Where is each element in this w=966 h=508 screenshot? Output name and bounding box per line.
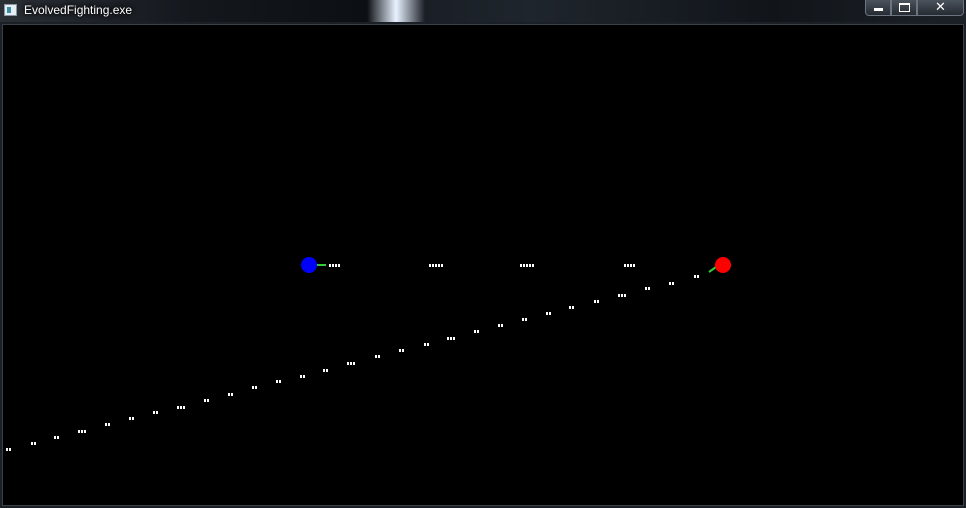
projectile bbox=[474, 330, 476, 333]
projectile bbox=[694, 275, 696, 278]
projectile bbox=[228, 393, 230, 396]
projectile bbox=[347, 362, 349, 365]
projectile bbox=[303, 375, 305, 378]
projectile bbox=[300, 375, 302, 378]
projectile bbox=[438, 264, 440, 267]
projectile bbox=[9, 448, 11, 451]
projectile bbox=[183, 406, 185, 409]
projectile bbox=[338, 264, 340, 267]
projectile bbox=[207, 399, 209, 402]
projectile bbox=[522, 318, 524, 321]
projectile bbox=[6, 448, 8, 451]
projectile bbox=[453, 337, 455, 340]
projectile bbox=[180, 406, 182, 409]
projectile-layer bbox=[6, 264, 699, 451]
projectile bbox=[427, 343, 429, 346]
window-controls: ✕ bbox=[865, 0, 964, 18]
projectile bbox=[57, 436, 59, 439]
projectile bbox=[424, 343, 426, 346]
projectile bbox=[335, 264, 337, 267]
minimize-icon bbox=[873, 8, 883, 11]
projectile bbox=[84, 430, 86, 433]
projectile bbox=[572, 306, 574, 309]
projectile bbox=[332, 264, 334, 267]
projectile bbox=[569, 306, 571, 309]
projectile bbox=[529, 264, 531, 267]
projectile bbox=[624, 294, 626, 297]
projectile bbox=[594, 300, 596, 303]
projectile bbox=[402, 349, 404, 352]
projectile bbox=[501, 324, 503, 327]
projectile bbox=[353, 362, 355, 365]
projectile bbox=[523, 264, 525, 267]
projectile bbox=[255, 386, 257, 389]
projectile bbox=[450, 337, 452, 340]
projectile bbox=[432, 264, 434, 267]
minimize-button[interactable] bbox=[865, 0, 891, 16]
game-arena bbox=[6, 257, 731, 451]
projectile bbox=[323, 369, 325, 372]
blue-fighter bbox=[301, 257, 317, 273]
projectile bbox=[231, 393, 233, 396]
projectile bbox=[435, 264, 437, 267]
projectile bbox=[630, 264, 632, 267]
app-window-icon bbox=[4, 4, 17, 16]
maximize-button[interactable] bbox=[891, 0, 917, 16]
projectile bbox=[633, 264, 635, 267]
projectile bbox=[204, 399, 206, 402]
projectile bbox=[153, 411, 155, 414]
projectile bbox=[697, 275, 699, 278]
close-icon: ✕ bbox=[935, 0, 946, 15]
projectile bbox=[441, 264, 443, 267]
projectile bbox=[627, 264, 629, 267]
maximize-icon bbox=[898, 3, 910, 12]
projectile bbox=[132, 417, 134, 420]
projectile bbox=[378, 355, 380, 358]
projectile bbox=[156, 411, 158, 414]
game-canvas[interactable] bbox=[2, 24, 964, 506]
projectile bbox=[329, 264, 331, 267]
projectile bbox=[621, 294, 623, 297]
projectile bbox=[447, 337, 449, 340]
projectile bbox=[525, 318, 527, 321]
projectile bbox=[645, 287, 647, 290]
projectile bbox=[276, 380, 278, 383]
window-title: EvolvedFighting.exe bbox=[24, 3, 133, 17]
projectile bbox=[252, 386, 254, 389]
projectile bbox=[129, 417, 131, 420]
projectile bbox=[546, 312, 548, 315]
projectile bbox=[177, 406, 179, 409]
projectile bbox=[648, 287, 650, 290]
projectile bbox=[279, 380, 281, 383]
projectile bbox=[78, 430, 80, 433]
projectile bbox=[520, 264, 522, 267]
projectile bbox=[399, 349, 401, 352]
red-fighter bbox=[715, 257, 731, 273]
red-fighter-aim bbox=[708, 266, 717, 273]
projectile bbox=[375, 355, 377, 358]
projectile bbox=[54, 436, 56, 439]
projectile bbox=[477, 330, 479, 333]
projectile bbox=[672, 282, 674, 285]
projectile bbox=[498, 324, 500, 327]
projectile bbox=[108, 423, 110, 426]
projectile bbox=[429, 264, 431, 267]
window-title-bar[interactable]: EvolvedFighting.exe ✕ bbox=[0, 0, 966, 22]
projectile bbox=[34, 442, 36, 445]
projectile bbox=[597, 300, 599, 303]
projectile bbox=[526, 264, 528, 267]
close-button[interactable]: ✕ bbox=[917, 0, 964, 16]
projectile bbox=[31, 442, 33, 445]
projectile bbox=[549, 312, 551, 315]
projectile bbox=[350, 362, 352, 365]
projectile bbox=[81, 430, 83, 433]
projectile bbox=[105, 423, 107, 426]
projectile bbox=[326, 369, 328, 372]
projectile bbox=[624, 264, 626, 267]
projectile bbox=[532, 264, 534, 267]
projectile bbox=[618, 294, 620, 297]
projectile bbox=[669, 282, 671, 285]
